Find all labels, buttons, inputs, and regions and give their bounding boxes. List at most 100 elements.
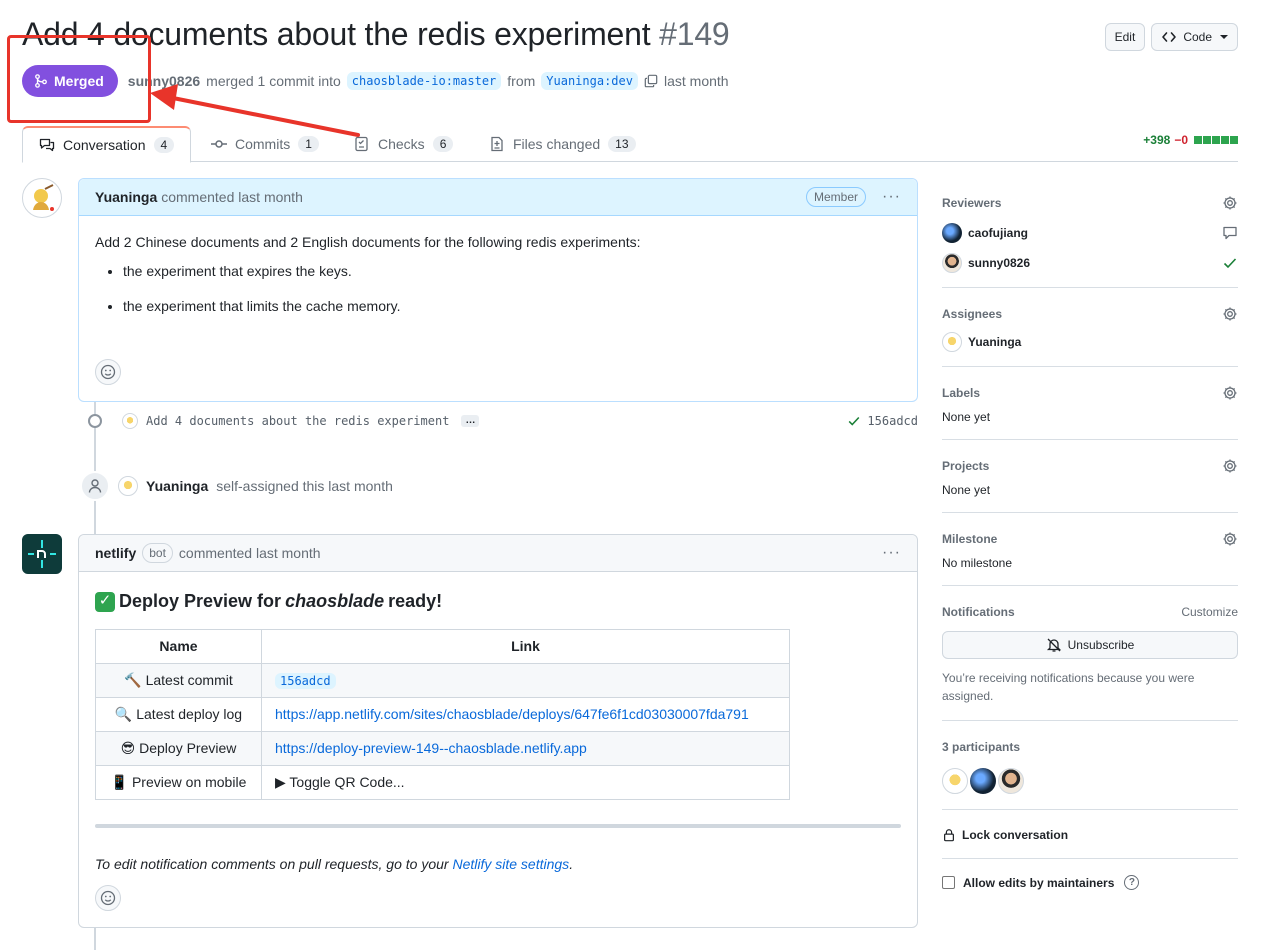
code-button[interactable]: Code — [1151, 23, 1238, 51]
reviewer-name[interactable]: sunny0826 — [968, 256, 1030, 270]
comment-author[interactable]: Yuaninga — [95, 189, 157, 205]
commit-message[interactable]: Add 4 documents about the redis experime… — [146, 414, 449, 428]
customize-link[interactable]: Customize — [1181, 605, 1238, 619]
pr-author-link[interactable]: sunny0826 — [128, 73, 200, 89]
notifications-title: Notifications — [942, 605, 1015, 619]
base-branch[interactable]: chaosblade-io:master — [346, 72, 502, 90]
netlify-settings-link[interactable]: Netlify site settings — [452, 856, 569, 872]
comment-author[interactable]: netlify — [95, 545, 136, 561]
assignee-name[interactable]: Yuaninga — [968, 335, 1021, 349]
merged-text: merged 1 commit into — [206, 73, 341, 89]
gear-icon[interactable] — [1222, 306, 1238, 322]
commit-sha-link[interactable]: 156adcd — [275, 673, 336, 689]
tab-count: 6 — [432, 136, 454, 152]
check-icon[interactable] — [847, 414, 861, 428]
allow-edits-row: Allow edits by maintainers ? — [942, 875, 1238, 890]
tab-label: Commits — [235, 136, 291, 152]
head-branch[interactable]: Yuaninga:dev — [541, 72, 638, 90]
comment-body: ✓ Deploy Preview for chaosblade ready! N… — [79, 572, 917, 891]
commit-sha[interactable]: 156adcd — [867, 414, 918, 428]
gear-icon[interactable] — [1222, 385, 1238, 401]
deploy-log-link[interactable]: https://app.netlify.com/sites/chaosblade… — [275, 706, 749, 722]
row-name: Latest commit — [145, 672, 233, 688]
unsubscribe-button[interactable]: Unsubscribe — [942, 631, 1238, 659]
copy-icon[interactable] — [644, 74, 658, 88]
commit-author-avatar[interactable] — [122, 413, 138, 429]
tab-checks[interactable]: Checks 6 — [338, 126, 469, 162]
allow-edits-label[interactable]: Allow edits by maintainers — [963, 876, 1114, 890]
code-label: Code — [1183, 30, 1212, 44]
avatar — [942, 332, 962, 352]
lock-section: Lock conversation — [942, 810, 1238, 859]
row-name: Deploy Preview — [139, 740, 237, 756]
commit-status: 156adcd — [847, 414, 918, 428]
reviewer-name[interactable]: caofujiang — [968, 226, 1028, 240]
comment-body: Add 2 Chinese documents and 2 English do… — [79, 216, 917, 347]
tab-commits[interactable]: Commits 1 — [195, 126, 335, 162]
smiley-icon[interactable] — [95, 359, 121, 385]
bell-slash-icon — [1046, 638, 1061, 652]
smiley-icon[interactable] — [95, 885, 121, 911]
toggle-qr-code[interactable]: ▶ Toggle QR Code... — [275, 774, 405, 790]
allow-edits-checkbox[interactable] — [942, 876, 955, 889]
avatar-yuaninga[interactable] — [22, 178, 62, 218]
table-row: 😎 Deploy Preview https://deploy-preview-… — [95, 731, 790, 766]
avatar-netlify[interactable] — [22, 534, 62, 574]
question-icon[interactable]: ? — [1124, 875, 1140, 890]
kebab-menu-icon[interactable]: ··· — [882, 188, 901, 206]
person-icon — [80, 471, 110, 501]
comment-footer: To edit notification comments on pull re… — [95, 854, 901, 875]
gear-icon[interactable] — [1222, 458, 1238, 474]
participant-avatars — [942, 768, 1238, 794]
assign-event: Yuaninga self-assigned this last month — [80, 471, 393, 501]
expand-commit-button[interactable]: … — [461, 415, 480, 427]
footer-period: . — [569, 856, 574, 872]
avatar[interactable] — [970, 768, 996, 794]
comment-list: the experiment that expires the keys. th… — [95, 261, 901, 317]
diffstat: +398 −0 — [1143, 133, 1238, 147]
member-badge: Member — [806, 187, 867, 207]
reviewer-item[interactable]: caofujiang — [942, 223, 1238, 243]
table-row: 📱 Preview on mobile ▶ Toggle QR Code... — [95, 765, 790, 800]
header-actions: Edit Code — [1104, 23, 1238, 51]
bot-badge: bot — [142, 543, 173, 563]
avatar[interactable] — [942, 768, 968, 794]
divider — [95, 824, 901, 828]
notifications-section: Notifications Customize Unsubscribe You’… — [942, 586, 1238, 721]
sidebar: Reviewers caofujiang sunny0826 Assignees… — [942, 186, 1238, 890]
tab-files-changed[interactable]: Files changed 13 — [473, 126, 652, 162]
lock-conversation-link[interactable]: Lock conversation — [942, 828, 1238, 842]
pr-tabs: Conversation 4 Commits 1 Checks 6 Files … — [22, 126, 1238, 163]
heading-site: chaosblade — [285, 591, 385, 611]
reviewer-item[interactable]: sunny0826 — [942, 253, 1238, 273]
gear-icon[interactable] — [1222, 195, 1238, 211]
footer-text: To edit notification comments on pull re… — [95, 856, 449, 872]
row-name: Latest deploy log — [136, 706, 243, 722]
tab-conversation[interactable]: Conversation 4 — [22, 126, 192, 163]
deploy-preview-link[interactable]: https://deploy-preview-149--chaosblade.n… — [275, 740, 587, 756]
comment-header: Yuaninga commented last month Member ··· — [79, 179, 917, 216]
avatar[interactable] — [998, 768, 1024, 794]
table-cell: ▶ Toggle QR Code... — [261, 765, 790, 800]
assignee-item[interactable]: Yuaninga — [942, 332, 1238, 352]
chevron-down-icon — [1220, 35, 1228, 39]
table-cell: 156adcd — [261, 663, 790, 698]
actor-avatar[interactable] — [118, 476, 138, 496]
labels-section: Labels None yet — [942, 367, 1238, 440]
reviewers-section: Reviewers caofujiang sunny0826 — [942, 186, 1238, 288]
table-cell: https://app.netlify.com/sites/chaosblade… — [261, 697, 790, 732]
merged-time: last month — [663, 73, 729, 89]
sunglasses-icon: 😎 — [120, 740, 136, 756]
comment-header: netlify bot commented last month ··· — [79, 535, 917, 572]
git-commit-icon — [211, 140, 227, 148]
pr-title: Add 4 documents about the redis experime… — [22, 16, 730, 53]
gear-icon[interactable] — [1222, 531, 1238, 547]
assignees-title: Assignees — [942, 307, 1003, 321]
edit-button[interactable]: Edit — [1104, 23, 1146, 51]
comment-text: Add 2 Chinese documents and 2 English do… — [95, 234, 641, 250]
kebab-menu-icon[interactable]: ··· — [882, 544, 901, 562]
check-icon — [1223, 258, 1237, 269]
event-actor[interactable]: Yuaninga — [146, 478, 208, 494]
pr-meta: Merged sunny0826 merged 1 commit into ch… — [22, 65, 729, 97]
notification-note: You’re receiving notifications because y… — [942, 671, 1195, 703]
